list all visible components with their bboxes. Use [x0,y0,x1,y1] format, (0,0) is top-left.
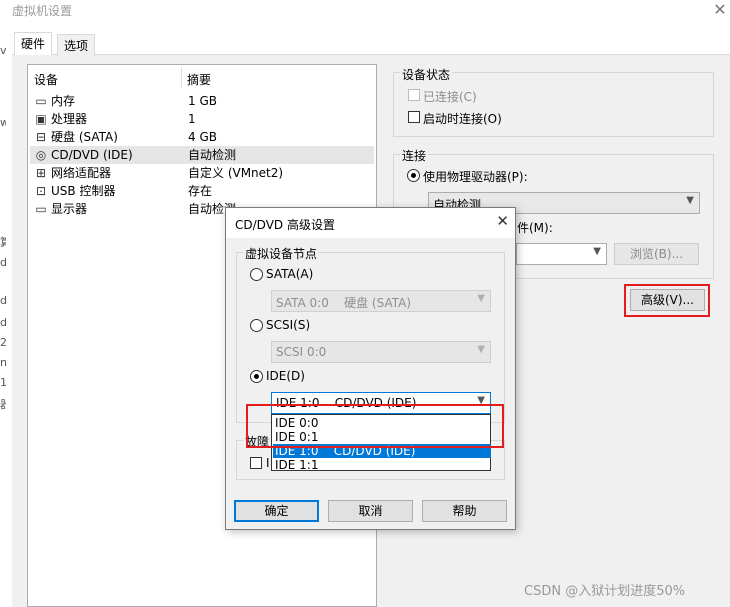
sata-label: SATA(A) [266,267,314,281]
background-text: 20 [0,336,6,349]
device-row-disk[interactable]: ⊟ 硬盘 (SATA) 4 GB [30,128,374,146]
background-text: n [0,356,6,369]
device-name: 硬盘 (SATA) [51,130,118,144]
device-list-header: 设备 摘要 [28,65,376,89]
device-summary: 1 [188,112,196,126]
tab-divider [12,54,730,55]
browse-button[interactable]: 浏览(B)... [614,243,699,265]
ide-node-select[interactable]: IDE 1:0 CD/DVD (IDE) ▼ [271,392,491,414]
background-text: 1 [0,376,6,389]
device-summary: 1 GB [188,94,217,108]
sata-node-select[interactable]: SATA 0:0 硬盘 (SATA) ▼ [271,290,491,312]
ok-button[interactable]: 确定 [234,500,319,522]
dialog-title: CD/DVD 高级设置 [235,218,335,232]
device-summary: 4 GB [188,130,217,144]
device-status-title: 设备状态 [400,66,453,83]
ide-label: IDE(D) [266,369,305,383]
display-icon: ▭ [35,202,47,216]
column-separator [181,67,182,87]
background-text: d [0,256,6,269]
cd-dvd-icon: ◎ [35,148,47,162]
device-name: 显示器 [51,202,88,216]
iso-label: 件(M): [517,221,553,235]
connection-title: 连接 [400,147,429,164]
device-name: 处理器 [51,112,88,126]
device-summary: 自定义 (VMnet2) [188,166,284,180]
fault-checkbox-label: I [266,456,270,470]
background-text: 器 [0,398,6,411]
chevron-down-icon: ▼ [477,293,485,304]
network-icon: ⊞ [35,166,47,180]
window-title: 虚拟机设置 [12,4,73,18]
device-name: 内存 [51,94,76,108]
background-text: 算 [0,236,6,249]
connect-at-power-on-checkbox[interactable] [408,111,420,123]
device-row-usb[interactable]: ⊡ USB 控制器 存在 [30,182,374,200]
device-name: CD/DVD (IDE) [51,148,133,162]
usb-icon: ⊡ [35,184,47,198]
connect-at-power-on-label: 启动时连接(O) [423,112,502,126]
device-row-processor[interactable]: ▣ 处理器 1 [30,110,374,128]
iso-path-select[interactable]: ▼ [516,243,607,265]
chevron-down-icon: ▼ [593,246,601,257]
advanced-button[interactable]: 高级(V)... [630,289,705,311]
scsi-label: SCSI(S) [266,318,311,332]
ide-node-value: IDE 1:0 CD/DVD (IDE) [276,396,417,410]
use-physical-drive-label: 使用物理驱动器(P): [423,170,528,184]
connected-checkbox[interactable] [408,89,420,101]
ide-option[interactable]: IDE 0:1 [273,430,491,444]
sata-radio[interactable] [250,268,263,281]
chevron-down-icon: ▼ [686,195,694,206]
fault-group-title: 故障 [243,433,272,450]
scsi-node-select[interactable]: SCSI 0:0 ▼ [271,341,491,363]
connected-label: 已连接(C) [423,90,477,104]
device-summary: 存在 [188,184,213,198]
dialog-titlebar: CD/DVD 高级设置 ✕ [226,208,515,238]
help-button[interactable]: 帮助 [422,500,507,522]
device-row-cd-dvd[interactable]: ◎ CD/DVD (IDE) 自动检测 [30,146,374,164]
fault-checkbox[interactable] [250,457,262,469]
tab-hardware[interactable]: 硬件 [14,32,53,55]
background-text: d [0,294,6,307]
chevron-down-icon: ▼ [477,395,485,406]
device-row-network[interactable]: ⊞ 网络适配器 自定义 (VMnet2) [30,164,374,182]
device-column-header[interactable]: 设备 [34,71,58,88]
background-text: w [0,116,6,129]
close-icon[interactable]: ✕ [496,212,509,230]
ide-option[interactable]: IDE 1:1 [273,458,491,472]
device-summary: 自动检测 [188,148,237,162]
tab-options[interactable]: 选项 [57,34,96,56]
summary-column-header[interactable]: 摘要 [187,71,211,88]
sata-node-value: SATA 0:0 硬盘 (SATA) [276,296,412,310]
disk-icon: ⊟ [35,130,47,144]
memory-icon: ▭ [35,94,47,108]
cpu-icon: ▣ [35,112,47,126]
ide-radio[interactable] [250,370,263,383]
window-close-icon[interactable]: ✕ [710,0,730,20]
ide-option[interactable]: IDE 0:0 [273,416,491,430]
ide-option-selected[interactable]: IDE 1:0 CD/DVD (IDE) [273,444,491,458]
background-text: d [0,316,6,329]
device-name: USB 控制器 [51,184,116,198]
ide-node-dropdown-list: IDE 0:0 IDE 0:1 IDE 1:0 CD/DVD (IDE) IDE… [271,414,491,472]
chevron-down-icon: ▼ [477,344,485,355]
use-physical-drive-radio[interactable] [407,169,420,182]
scsi-node-value: SCSI 0:0 [276,345,327,359]
device-name: 网络适配器 [51,166,112,180]
watermark: CSDN @入狱计划进度50% [524,584,686,599]
device-row-memory[interactable]: ▭ 内存 1 GB [30,92,374,110]
background-text: vs [0,44,6,57]
virtual-node-title: 虚拟设备节点 [243,245,320,262]
scsi-radio[interactable] [250,319,263,332]
cancel-button[interactable]: 取消 [328,500,413,522]
